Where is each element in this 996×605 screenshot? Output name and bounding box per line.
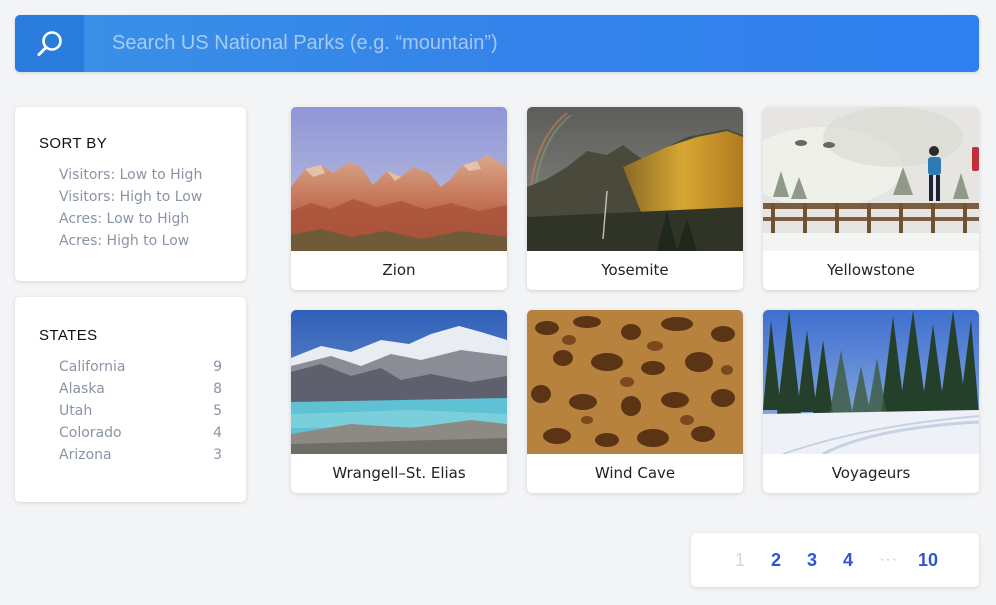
park-card-wrangell-st-elias[interactable]: Wrangell–St. Elias	[291, 310, 507, 493]
park-name: Yellowstone	[827, 261, 915, 279]
park-photo-wrangell-st-elias	[291, 310, 507, 454]
states-panel: STATES California 9 Alaska 8 Utah 5 Colorad…	[15, 297, 246, 502]
page-4-link[interactable]: 4	[843, 550, 853, 571]
park-card-voyageurs[interactable]: Voyageurs	[763, 310, 979, 493]
search-button[interactable]	[15, 15, 84, 72]
state-count: 4	[213, 425, 222, 441]
park-name: Voyageurs	[831, 464, 911, 482]
page-2-link[interactable]: 2	[771, 550, 781, 571]
sort-option-acres-asc[interactable]: Acres: Low to High	[59, 208, 222, 230]
sort-option-acres-desc[interactable]: Acres: High to Low	[59, 230, 222, 252]
search-icon	[37, 30, 62, 56]
park-name: Wind Cave	[594, 464, 676, 482]
state-count: 9	[213, 359, 222, 375]
park-name: Zion	[382, 261, 416, 279]
search-bar	[15, 15, 979, 72]
search-input[interactable]	[84, 15, 979, 72]
state-count: 3	[213, 447, 222, 463]
page-3-link[interactable]: 3	[807, 550, 817, 571]
park-card-zion[interactable]: Zion	[291, 107, 507, 290]
park-card-yellowstone[interactable]: Yellowstone	[763, 107, 979, 290]
page-1-current: 1	[735, 549, 746, 570]
park-photo-yosemite	[527, 107, 743, 251]
states-list: California 9 Alaska 8 Utah 5 Colorado 4 Ariz…	[39, 356, 222, 466]
sort-option-visitors-asc[interactable]: Visitors: Low to High	[59, 164, 222, 186]
state-filter-arizona[interactable]: Arizona 3	[59, 444, 222, 466]
state-filter-utah[interactable]: Utah 5	[59, 400, 222, 422]
state-filter-alaska[interactable]: Alaska 8	[59, 378, 222, 400]
state-filter-colorado[interactable]: Colorado 4	[59, 422, 222, 444]
states-title: STATES	[39, 327, 98, 344]
sort-options: Visitors: Low to High Visitors: High to …	[39, 164, 222, 252]
park-photo-wind-cave	[527, 310, 743, 454]
park-photo-voyageurs	[763, 310, 979, 454]
state-count: 5	[213, 403, 222, 419]
state-filter-california[interactable]: California 9	[59, 356, 222, 378]
state-count: 8	[213, 381, 222, 397]
sort-option-visitors-desc[interactable]: Visitors: High to Low	[59, 186, 222, 208]
park-photo-yellowstone	[763, 107, 979, 251]
sort-title: SORT BY	[39, 135, 108, 152]
pagination: 1 2 3 4 ··· 10	[691, 533, 979, 587]
park-card-yosemite[interactable]: Yosemite	[527, 107, 743, 290]
sort-panel: SORT BY Visitors: Low to High Visitors: …	[15, 107, 246, 281]
park-name: Yosemite	[601, 261, 669, 279]
park-card-wind-cave[interactable]: Wind Cave	[527, 310, 743, 493]
park-name: Wrangell–St. Elias	[332, 464, 466, 482]
page-10-link[interactable]: 10	[918, 550, 938, 571]
park-photo-zion	[291, 107, 507, 251]
pagination-ellipsis: ···	[879, 551, 899, 568]
